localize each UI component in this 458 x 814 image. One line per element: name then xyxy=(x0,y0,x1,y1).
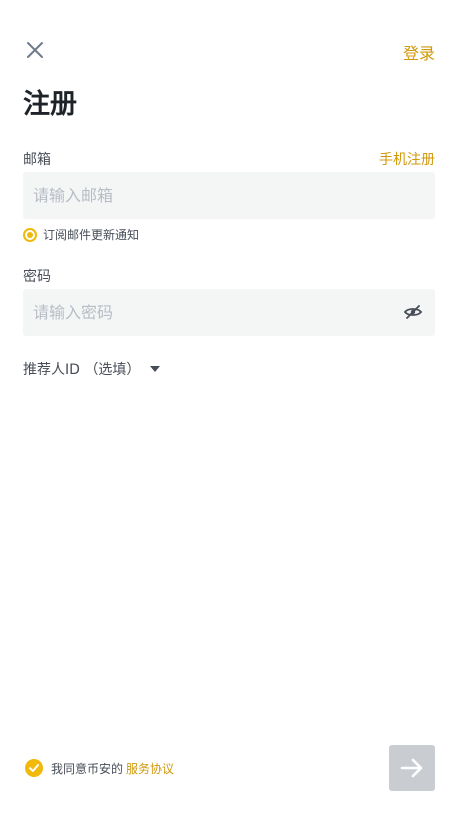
check-icon xyxy=(29,764,39,772)
agreement-row: 我同意币安的 服务协议 xyxy=(25,759,174,777)
login-link[interactable]: 登录 xyxy=(403,40,435,64)
password-input[interactable] xyxy=(23,289,435,336)
caret-down-icon xyxy=(150,366,161,372)
subscribe-label: 订阅邮件更新通知 xyxy=(43,228,140,242)
eye-hidden-icon xyxy=(404,305,422,319)
password-label: 密码 xyxy=(23,269,51,285)
subscribe-option[interactable]: 订阅邮件更新通知 xyxy=(23,226,139,243)
email-label: 邮箱 xyxy=(23,152,51,168)
arrow-right-icon xyxy=(400,758,423,778)
agreement-checkbox[interactable] xyxy=(25,759,43,777)
agreement-text: 我同意币安的 xyxy=(51,761,124,776)
password-field-container xyxy=(23,289,435,336)
radio-dot xyxy=(27,231,33,238)
referral-label: 推荐人ID （选填） xyxy=(23,362,141,378)
password-visibility-toggle[interactable] xyxy=(403,303,423,323)
terms-link[interactable]: 服务协议 xyxy=(126,760,174,777)
phone-register-link[interactable]: 手机注册 xyxy=(379,149,435,169)
email-field-container xyxy=(23,172,435,219)
subscribe-radio[interactable] xyxy=(23,227,37,242)
next-button[interactable] xyxy=(389,745,435,791)
page-title: 注册 xyxy=(23,89,77,120)
close-icon xyxy=(27,42,43,58)
referral-toggle[interactable]: 推荐人ID （选填） xyxy=(23,359,161,379)
email-input[interactable] xyxy=(23,172,435,219)
close-button[interactable] xyxy=(24,39,46,61)
